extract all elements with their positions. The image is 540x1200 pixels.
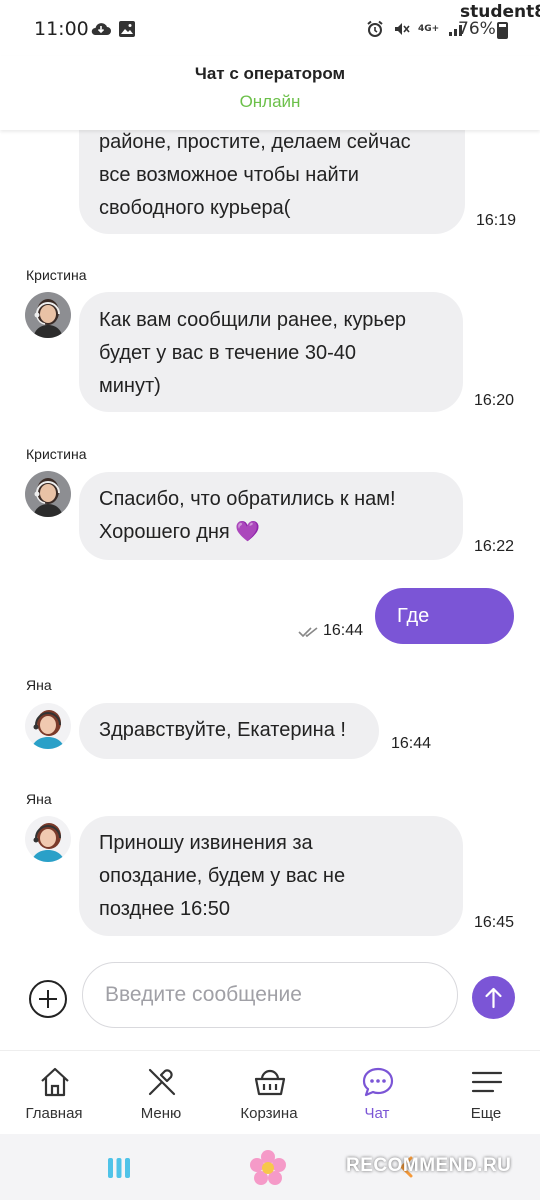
cloud-icon xyxy=(91,23,111,35)
message-text: Где заказ? xyxy=(397,605,458,683)
message-line: опоздание, будем у вас не xyxy=(99,865,346,887)
message-line: позднее 16:50 xyxy=(99,898,231,920)
sender-name: Яна xyxy=(26,677,52,693)
nav-item-more[interactable]: Еще xyxy=(436,1051,536,1135)
status-time: 11:00 xyxy=(34,18,89,40)
sender-name: Кристина xyxy=(26,267,87,283)
avatar xyxy=(25,816,71,862)
battery-percent: 76% xyxy=(458,19,496,39)
message-composer xyxy=(0,958,540,1050)
nav-label: Меню xyxy=(140,1105,182,1122)
message-time: 16:19 xyxy=(476,212,517,229)
message-time: 16:20 xyxy=(474,392,515,409)
fork-knife-icon xyxy=(148,1068,176,1096)
alarm-icon xyxy=(367,20,383,37)
nav-item-home[interactable]: Главная xyxy=(4,1051,104,1135)
image-icon xyxy=(119,21,135,37)
page-title: Чат с оператором xyxy=(194,64,346,83)
sender-name: Яна xyxy=(26,791,52,807)
recent-apps-icon[interactable] xyxy=(106,1156,132,1180)
avatar xyxy=(25,471,71,517)
status-bar: 11:00 4G+ 76% xyxy=(0,0,540,56)
chat-header: Чат с оператором Онлайн xyxy=(0,56,540,130)
message-line: Спасибо, что обратились к нам! xyxy=(99,488,396,510)
avatar xyxy=(25,703,71,749)
message-input[interactable] xyxy=(82,962,458,1028)
message-line: минут) xyxy=(99,375,161,397)
message-bubble: Приношу извинения за опоздание, будем у … xyxy=(79,816,463,936)
watermark-site: RECOMMEND.RU xyxy=(346,1155,512,1176)
nav-item-chat[interactable]: Чат xyxy=(327,1051,427,1135)
arrow-up-icon xyxy=(485,987,502,1009)
message-line: Здравствуйте, Екатерина ! xyxy=(99,719,346,741)
home-flower-icon[interactable] xyxy=(248,1148,288,1188)
message-line: районе, простите, делаем сейчас xyxy=(99,131,411,153)
message-bubble: Спасибо, что обратились к нам! Хорошего … xyxy=(79,472,463,560)
message-line: Как вам сообщили ранее, курьер xyxy=(99,309,407,331)
system-icons: 4G+ xyxy=(366,20,465,38)
nav-item-menu[interactable]: Меню xyxy=(111,1051,211,1135)
message-line: Хорошего дня 💜 xyxy=(99,521,261,543)
message-time: 16:44 xyxy=(391,735,432,752)
notification-icons xyxy=(90,20,136,38)
message-line: будет у вас в течение 30-40 xyxy=(99,342,357,364)
watermark-username: student8 xyxy=(460,2,540,22)
mute-icon xyxy=(395,23,410,35)
message-bubble: Как вам сообщили ранее, курьер будет у в… xyxy=(79,292,463,412)
message-time: 16:45 xyxy=(474,914,515,931)
message-line: свободного курьера( xyxy=(99,197,291,219)
avatar xyxy=(25,292,71,338)
nav-label: Чат xyxy=(364,1105,390,1122)
nav-label: Корзина xyxy=(240,1105,298,1122)
message-bubble: районе, простите, делаем сейчас все возм… xyxy=(79,130,465,234)
attach-button[interactable] xyxy=(29,980,67,1018)
hamburger-icon xyxy=(471,1071,503,1093)
double-check-icon xyxy=(298,627,318,638)
send-button[interactable] xyxy=(472,976,515,1019)
nav-label: Еще xyxy=(470,1105,502,1122)
nav-item-cart[interactable]: Корзина xyxy=(219,1051,319,1135)
basket-icon xyxy=(254,1069,286,1096)
home-icon xyxy=(41,1067,69,1097)
message-line: Приношу извинения за xyxy=(99,832,313,854)
battery-icon xyxy=(497,22,508,39)
message-bubble: Здравствуйте, Екатерина ! xyxy=(79,703,379,759)
network-label: 4G+ xyxy=(418,24,440,34)
chat-icon xyxy=(362,1067,394,1097)
message-time: 16:22 xyxy=(474,538,515,555)
message-line: все возможное чтобы найти xyxy=(99,164,359,186)
nav-label: Главная xyxy=(25,1105,83,1122)
message-time: 16:44 xyxy=(323,622,364,639)
outgoing-message-bubble: Где заказ? xyxy=(375,588,514,683)
message-list[interactable]: районе, простите, делаем сейчас все возм… xyxy=(0,130,540,960)
online-status: Онлайн xyxy=(239,92,301,111)
sender-name: Кристина xyxy=(26,446,87,462)
bottom-nav: Главная Меню Корзина Чат Еще xyxy=(0,1050,540,1134)
